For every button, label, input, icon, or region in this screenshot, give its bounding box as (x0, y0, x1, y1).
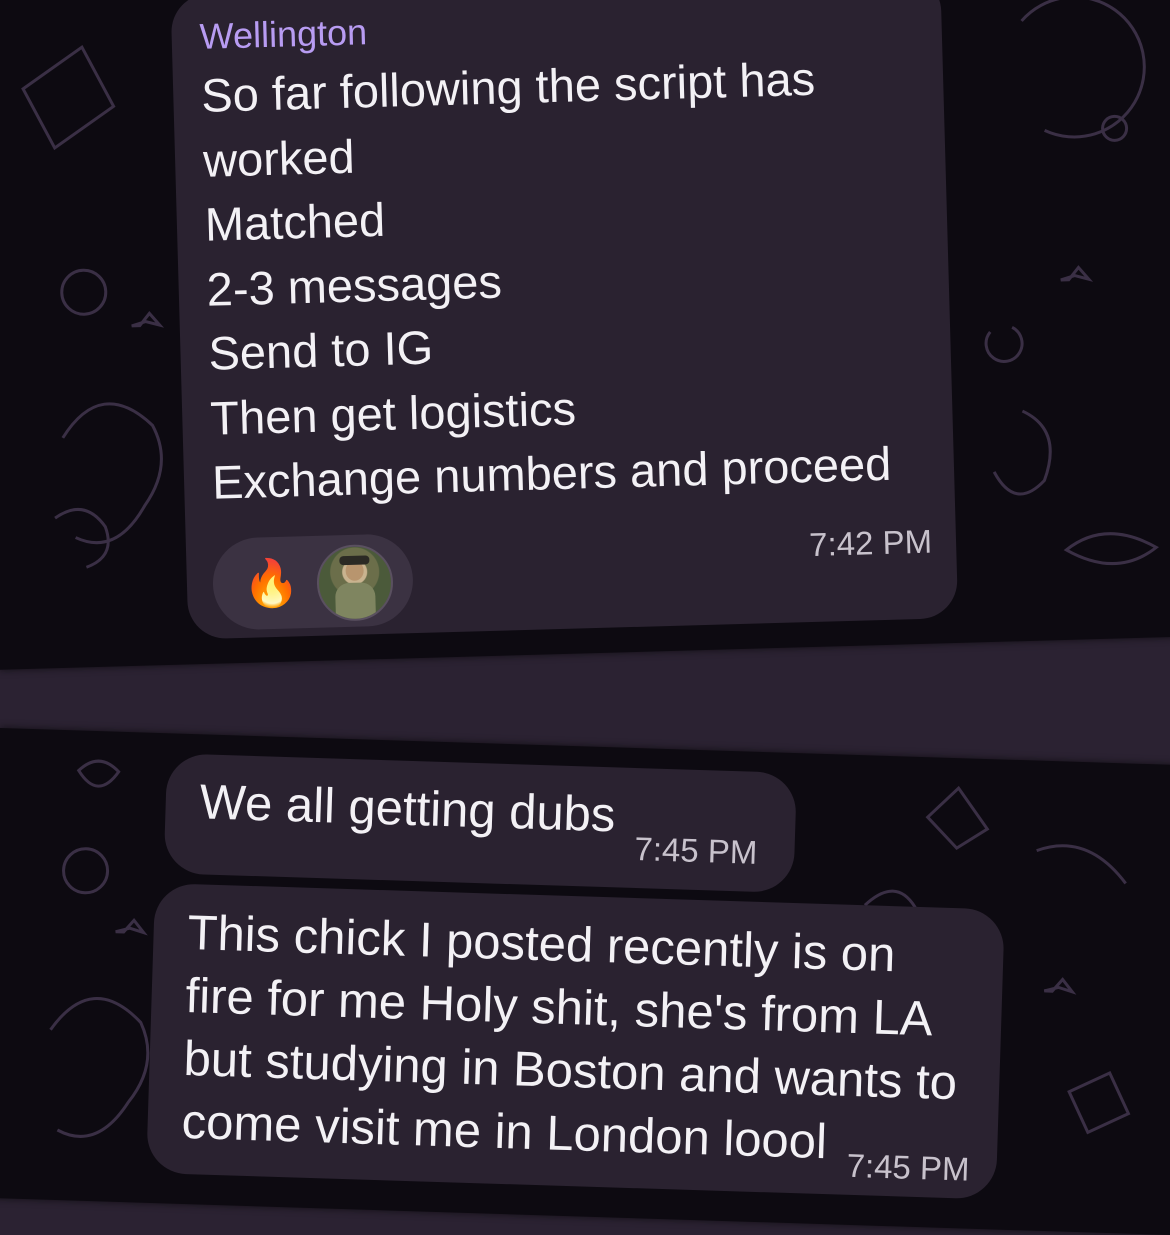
message-bubble-london[interactable]: This chick I posted recently is on fire … (146, 882, 1005, 1200)
chat-screenshot-bottom: We all getting dubs 7:45 PM This chick I… (0, 728, 1170, 1235)
message-bubble-dubs[interactable]: We all getting dubs 7:45 PM (163, 753, 797, 893)
user-avatar-icon[interactable] (315, 543, 395, 622)
message-bubble-wellington[interactable]: Wellington So far following the script h… (170, 0, 959, 640)
message-timestamp: 7:42 PM (808, 522, 933, 564)
message-text: This chick I posted recently is on fire … (181, 902, 962, 1178)
message-text: We all getting dubs (198, 775, 617, 843)
message-timestamp: 7:45 PM (846, 1146, 971, 1188)
fire-reaction-icon: 🔥 (242, 556, 301, 610)
message-text: So far following the script has worked M… (200, 45, 892, 515)
reaction-pill[interactable]: 🔥 (211, 533, 415, 631)
message-timestamp: 7:45 PM (633, 829, 758, 871)
chat-screenshot-top: Wellington So far following the script h… (0, 0, 1170, 670)
sender-name[interactable]: Wellington (199, 11, 368, 58)
